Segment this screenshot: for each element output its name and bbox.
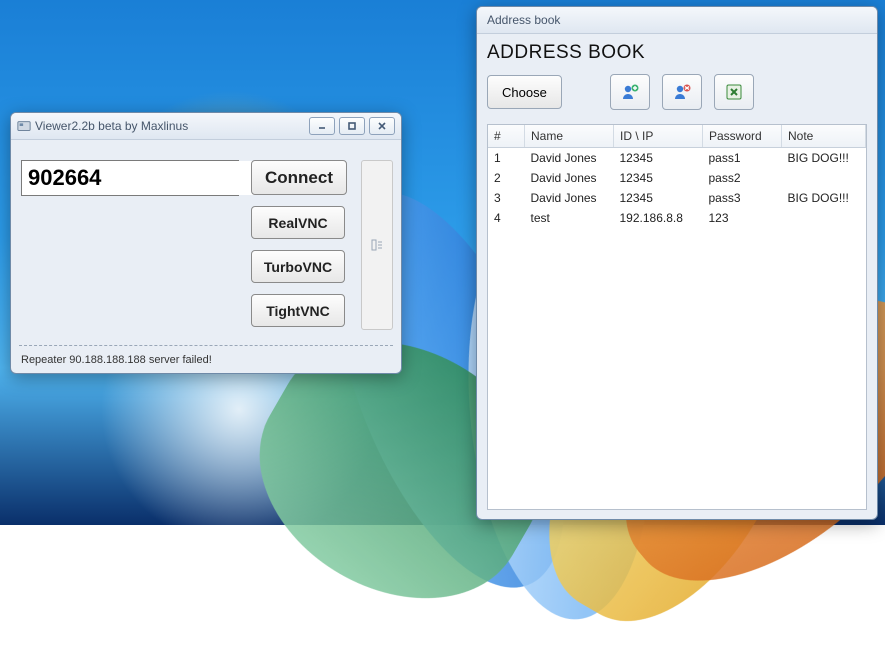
addressbook-window-title: Address book [483,13,871,27]
col-idip[interactable]: ID \ IP [614,125,703,148]
cell-note [782,208,866,228]
cell-num: 4 [488,208,525,228]
remove-user-icon [672,82,692,102]
cell-password: pass2 [703,168,782,188]
table-row[interactable]: 3David Jones12345pass3BIG DOG!!! [488,188,866,208]
cell-idip: 12345 [614,168,703,188]
cell-num: 3 [488,188,525,208]
excel-icon [724,82,744,102]
turbovnc-button[interactable]: TurboVNC [251,250,345,283]
add-entry-button[interactable] [610,74,650,110]
status-text: Repeater 90.188.188.188 server failed! [21,354,212,366]
cell-password: pass3 [703,188,782,208]
cell-idip: 12345 [614,188,703,208]
table-row[interactable]: 2David Jones12345pass2 [488,168,866,188]
viewer-window: Viewer2.2b beta by Maxlinus Connect Real… [10,112,402,374]
table-row[interactable]: 4test192.186.8.8123 [488,208,866,228]
addressbook-window: Address book ADDRESS BOOK Choose [476,6,878,520]
cell-password: pass1 [703,148,782,169]
minimize-button[interactable] [309,117,335,135]
add-user-icon [620,82,640,102]
cell-num: 1 [488,148,525,169]
cell-note [782,168,866,188]
export-excel-button[interactable] [714,74,754,110]
viewer-title: Viewer2.2b beta by Maxlinus [31,119,309,133]
side-expander[interactable] [361,160,393,330]
addressbook-toolbar: Choose [487,74,867,110]
cell-note: BIG DOG!!! [782,188,866,208]
maximize-button[interactable] [339,117,365,135]
realvnc-button[interactable]: RealVNC [251,206,345,239]
cell-num: 2 [488,168,525,188]
col-note[interactable]: Note [782,125,866,148]
grid-header-row[interactable]: # Name ID \ IP Password Note [488,125,866,148]
addressbook-heading: ADDRESS BOOK [487,42,867,64]
cell-idip: 12345 [614,148,703,169]
col-password[interactable]: Password [703,125,782,148]
remove-entry-button[interactable] [662,74,702,110]
col-name[interactable]: Name [525,125,614,148]
col-num[interactable]: # [488,125,525,148]
tightvnc-button[interactable]: TightVNC [251,294,345,327]
table-row[interactable]: 1David Jones12345pass1BIG DOG!!! [488,148,866,169]
viewer-titlebar[interactable]: Viewer2.2b beta by Maxlinus [11,113,401,140]
cell-note: BIG DOG!!! [782,148,866,169]
cell-idip: 192.186.8.8 [614,208,703,228]
expander-icon [370,238,384,252]
cell-name: David Jones [525,168,614,188]
addressbook-titlebar[interactable]: Address book [477,7,877,34]
cell-name: David Jones [525,148,614,169]
cell-name: David Jones [525,188,614,208]
choose-button[interactable]: Choose [487,75,562,109]
cell-password: 123 [703,208,782,228]
cell-name: test [525,208,614,228]
close-button[interactable] [369,117,395,135]
server-combo[interactable] [21,160,239,196]
addressbook-grid[interactable]: # Name ID \ IP Password Note 1David Jone… [487,124,867,510]
connect-button[interactable]: Connect [251,160,347,195]
status-separator [19,345,393,346]
app-icon [17,119,31,133]
